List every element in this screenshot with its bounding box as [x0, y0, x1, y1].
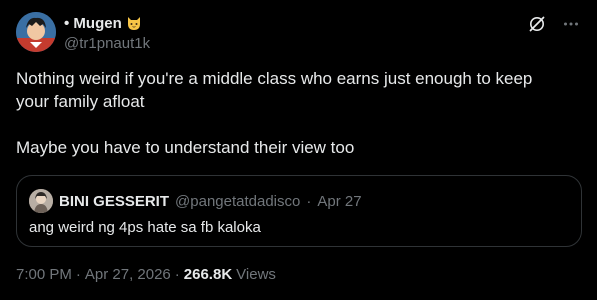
display-name-row: • Mugen	[64, 13, 150, 33]
tweet-meta: 7:00 PM · Apr 27, 2026 · 266.8K Views	[16, 266, 276, 283]
separator-dot: ·	[174, 266, 180, 283]
quoted-tweet[interactable]: BINI GESSERIT @pangetatdadisco · Apr 27 …	[16, 175, 582, 247]
tweet-time[interactable]: 7:00 PM	[16, 266, 72, 283]
quoted-author-handle[interactable]: @pangetatdadisco	[175, 193, 300, 210]
author-handle[interactable]: @tr1pnaut1k	[64, 34, 150, 54]
quoted-author-avatar[interactable]	[29, 189, 53, 213]
tweet-text: Nothing weird if you're a middle class w…	[16, 67, 576, 159]
separator-dot: ·	[75, 266, 81, 283]
grok-icon[interactable]	[527, 14, 547, 34]
author-display-name[interactable]: • Mugen	[64, 15, 122, 32]
quoted-author-name[interactable]: BINI GESSERIT	[59, 193, 169, 210]
more-icon[interactable]	[561, 14, 581, 34]
tweet-card: • Mugen @tr1pnaut1k Nothing weird if you…	[0, 0, 597, 300]
author-info: • Mugen @tr1pnaut1k	[64, 13, 150, 54]
separator-dot: ·	[306, 192, 312, 210]
quoted-tweet-text: ang weird ng 4ps hate sa fb kaloka	[29, 219, 261, 236]
author-avatar[interactable]	[16, 12, 56, 52]
views-count: 266.8K	[183, 266, 233, 283]
cat-emoji-icon	[126, 15, 142, 31]
top-actions	[527, 14, 581, 34]
quoted-tweet-date[interactable]: Apr 27	[317, 193, 361, 210]
views-label: Views	[236, 266, 276, 283]
quoted-tweet-header: BINI GESSERIT @pangetatdadisco · Apr 27	[29, 189, 362, 213]
tweet-date[interactable]: Apr 27, 2026	[85, 266, 171, 283]
tweet-paragraph: Nothing weird if you're a middle class w…	[16, 69, 533, 111]
tweet-paragraph: Maybe you have to understand their view …	[16, 138, 355, 157]
